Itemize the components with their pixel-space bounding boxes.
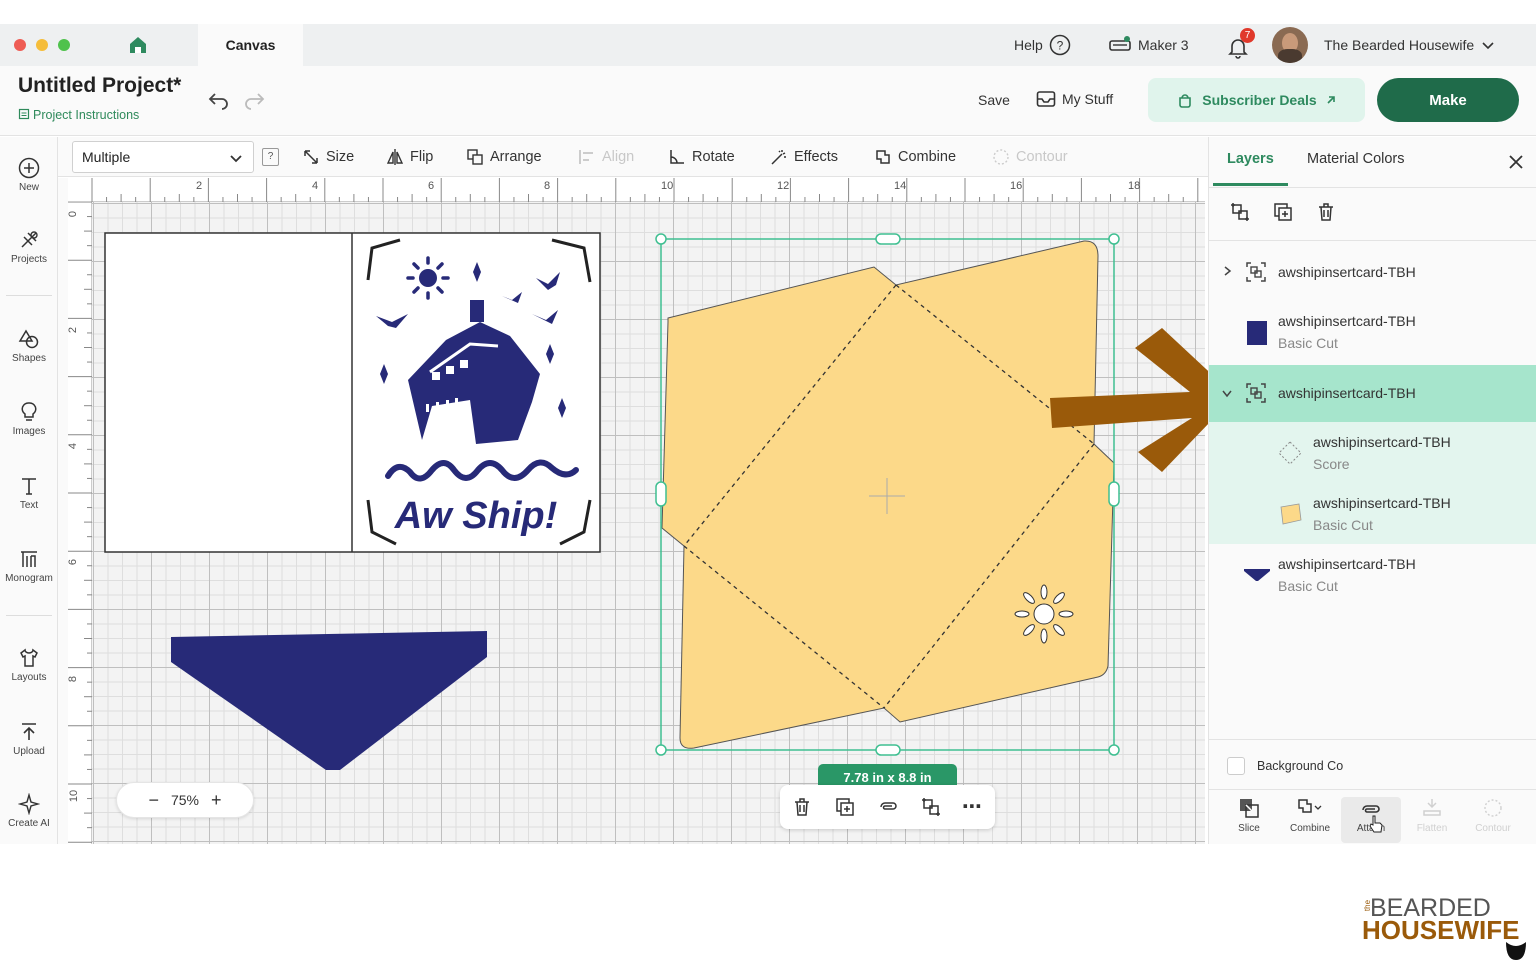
duplicate-icon[interactable] bbox=[835, 797, 855, 817]
active-tab-indicator bbox=[1213, 183, 1288, 186]
divider bbox=[1209, 739, 1536, 740]
layer-thumbnail bbox=[1244, 569, 1270, 581]
logo-line-2: HOUSEWIFE bbox=[1362, 915, 1520, 945]
group-layer-icon bbox=[1246, 262, 1266, 282]
layer-row[interactable]: awshipinsertcard-TBH Basic Cut bbox=[1209, 484, 1536, 544]
flatten-button[interactable]: Flatten bbox=[1402, 797, 1462, 834]
divider bbox=[1209, 789, 1536, 790]
layer-row-selected[interactable]: awshipinsertcard-TBH bbox=[1209, 365, 1536, 422]
bearded-housewife-logo: the BEARDED HOUSEWIFE bbox=[1362, 894, 1527, 966]
chevron-down-icon bbox=[1482, 42, 1494, 50]
layer-type: Basic Cut bbox=[1278, 335, 1338, 351]
layer-type: Basic Cut bbox=[1313, 517, 1373, 533]
background-label: Background Co bbox=[1257, 759, 1344, 773]
layer-thumbnail bbox=[1280, 503, 1302, 525]
close-icon[interactable] bbox=[1507, 153, 1525, 171]
layer-type: Score bbox=[1313, 456, 1350, 472]
notification-badge: 7 bbox=[1240, 28, 1255, 43]
flatten-label: Flatten bbox=[1416, 823, 1448, 834]
layer-thumbnail bbox=[1247, 321, 1267, 345]
attach-icon[interactable] bbox=[877, 797, 899, 817]
flatten-icon bbox=[1423, 799, 1441, 816]
layers-panel: Layers Material Colors awshipinsertcard-… bbox=[1208, 137, 1536, 844]
trash-icon[interactable] bbox=[1316, 202, 1336, 222]
combine-button[interactable]: Combine bbox=[1280, 797, 1340, 834]
combine-label: Combine bbox=[1289, 823, 1331, 834]
hand-cursor-icon bbox=[1369, 815, 1383, 833]
layer-name: awshipinsertcard-TBH bbox=[1278, 385, 1416, 401]
canvas-artwork: Aw Ship! bbox=[104, 232, 1120, 770]
card-headline: Aw Ship! bbox=[394, 495, 558, 537]
duplicate-icon[interactable] bbox=[1273, 202, 1293, 222]
layer-row[interactable]: awshipinsertcard-TBH bbox=[1209, 241, 1536, 301]
sun-cutout bbox=[1014, 584, 1074, 644]
trash-icon[interactable] bbox=[792, 797, 812, 817]
user-name: The Bearded Housewife bbox=[1324, 37, 1475, 53]
background-checkbox[interactable] bbox=[1227, 757, 1245, 775]
make-button[interactable]: Make bbox=[1377, 78, 1519, 122]
layer-row[interactable]: awshipinsertcard-TBH Score bbox=[1209, 422, 1536, 484]
combine-icon bbox=[1298, 799, 1322, 813]
score-layer-icon bbox=[1278, 441, 1302, 465]
zoom-out-button[interactable]: − bbox=[148, 790, 159, 811]
chevron-right-icon[interactable] bbox=[1221, 265, 1233, 277]
subscriber-deals-label: Subscriber Deals bbox=[1202, 92, 1317, 108]
dimensions-label: 7.78 in x 8.8 in bbox=[818, 764, 957, 786]
quick-actions-bar: ⋯ bbox=[780, 785, 995, 829]
tab-material-colors[interactable]: Material Colors bbox=[1307, 151, 1405, 167]
beard-icon bbox=[1506, 942, 1526, 960]
slice-label: Slice bbox=[1238, 823, 1260, 834]
external-link-icon bbox=[1327, 96, 1335, 104]
more-icon[interactable]: ⋯ bbox=[962, 794, 983, 819]
layer-row[interactable]: awshipinsertcard-TBH Basic Cut bbox=[1209, 544, 1536, 608]
layer-name: awshipinsertcard-TBH bbox=[1313, 434, 1451, 450]
navy-triangle-shape[interactable] bbox=[171, 631, 487, 770]
avatar[interactable] bbox=[1272, 27, 1308, 63]
group-icon[interactable] bbox=[1229, 201, 1251, 223]
sun-graphic bbox=[406, 256, 450, 300]
zoom-level: 75% bbox=[170, 792, 200, 808]
group-icon[interactable] bbox=[920, 796, 942, 818]
notifications-button[interactable]: 7 bbox=[1226, 28, 1255, 59]
tab-layers[interactable]: Layers bbox=[1227, 151, 1274, 167]
group-layer-icon bbox=[1246, 383, 1266, 403]
user-menu[interactable]: The Bearded Housewife bbox=[1324, 24, 1496, 66]
contour-icon bbox=[1484, 799, 1502, 817]
zoom-in-button[interactable]: + bbox=[211, 790, 222, 811]
contour-label: Contour bbox=[1475, 823, 1511, 834]
layer-name: awshipinsertcard-TBH bbox=[1278, 556, 1416, 572]
divider bbox=[1209, 187, 1536, 188]
zoom-control: − 75% + bbox=[116, 782, 254, 818]
chevron-down-icon[interactable] bbox=[1221, 387, 1233, 399]
layer-name: awshipinsertcard-TBH bbox=[1278, 264, 1416, 280]
contour-button[interactable]: Contour bbox=[1463, 797, 1523, 834]
slice-icon bbox=[1240, 799, 1259, 818]
slice-button[interactable]: Slice bbox=[1219, 797, 1279, 834]
layer-name: awshipinsertcard-TBH bbox=[1313, 495, 1451, 511]
layer-type: Basic Cut bbox=[1278, 578, 1338, 594]
layer-name: awshipinsertcard-TBH bbox=[1278, 313, 1416, 329]
layer-row[interactable]: awshipinsertcard-TBH Basic Cut bbox=[1209, 301, 1536, 365]
envelope-shape[interactable] bbox=[661, 240, 1115, 749]
